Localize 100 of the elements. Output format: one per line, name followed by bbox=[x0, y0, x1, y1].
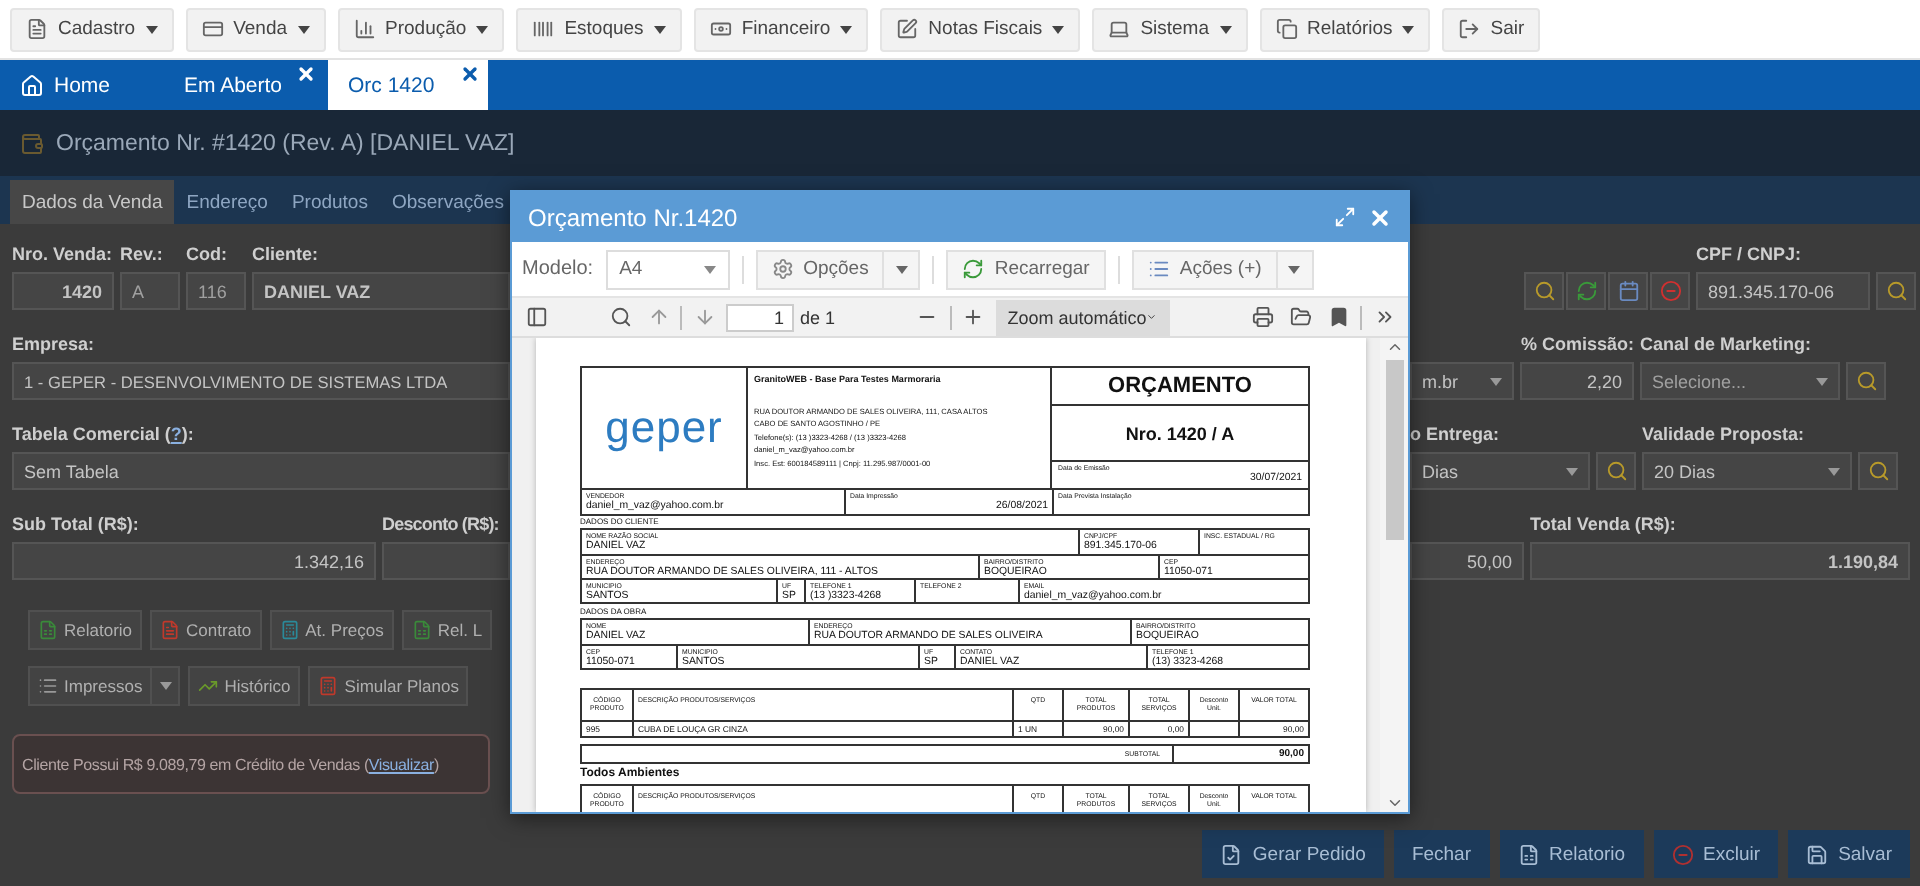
arrow-up-icon bbox=[647, 306, 669, 328]
chevron-down-icon bbox=[1385, 794, 1403, 812]
action-button[interactable]: Contrato bbox=[150, 610, 262, 650]
calendar-icon bbox=[1617, 280, 1639, 302]
wallet-icon bbox=[20, 131, 44, 155]
search-icon bbox=[1533, 280, 1555, 302]
view-link[interactable]: Visualizar bbox=[368, 755, 434, 773]
plus-icon bbox=[962, 306, 985, 328]
menu-button[interactable]: Sair bbox=[1442, 7, 1541, 51]
chevrons-right-icon bbox=[1373, 306, 1395, 328]
bookmark-icon bbox=[1327, 306, 1349, 328]
input-field[interactable]: 2,20 bbox=[1520, 362, 1634, 400]
options-button[interactable]: Opções bbox=[755, 249, 885, 289]
field-label: Rev.: bbox=[120, 242, 165, 268]
input-field[interactable] bbox=[382, 542, 510, 580]
caret-icon bbox=[159, 682, 172, 690]
footer-button[interactable]: Excluir bbox=[1653, 830, 1779, 878]
bar-chart-icon bbox=[353, 18, 376, 40]
close-icon bbox=[1368, 205, 1392, 229]
input-field[interactable]: 1.190,84 bbox=[1530, 542, 1910, 580]
caret-icon bbox=[1816, 377, 1828, 385]
input-field[interactable]: Sem Tabela bbox=[12, 452, 510, 490]
dropdown-button[interactable] bbox=[152, 666, 181, 706]
menu-button[interactable]: Sistema bbox=[1092, 7, 1248, 51]
select-field[interactable]: 20 Dias bbox=[1642, 452, 1852, 490]
form-tab[interactable]: Observações bbox=[379, 180, 516, 224]
field-label: Cod: bbox=[186, 242, 229, 268]
alert-text: Cliente Possui R$ 9.089,79 em Crédito de Vendas (Visualizar) bbox=[22, 755, 439, 773]
menu-button[interactable]: Estoques bbox=[516, 7, 682, 51]
footer-button[interactable]: Relatorio bbox=[1499, 830, 1644, 878]
calculator-icon bbox=[279, 620, 300, 640]
tab[interactable]: Home bbox=[0, 60, 160, 110]
select-field[interactable]: Dias bbox=[1410, 452, 1590, 490]
page-title: Orçamento Nr. #1420 (Rev. A) [DANIEL VAZ] bbox=[56, 131, 515, 155]
form-tab[interactable]: Dados da Venda bbox=[10, 180, 175, 224]
menu-button[interactable]: Financeiro bbox=[693, 7, 869, 51]
reload-button[interactable]: Recarregar bbox=[946, 249, 1106, 289]
menu-button[interactable]: Produção bbox=[337, 7, 505, 51]
field-label: Validade Proposta: bbox=[1642, 422, 1807, 448]
calendar-button[interactable] bbox=[1608, 272, 1648, 310]
input-field[interactable]: 1.342,16 bbox=[12, 542, 376, 580]
field-label: % Comissão: bbox=[1520, 332, 1634, 358]
input-field[interactable]: 50,00 bbox=[1410, 542, 1524, 580]
tab[interactable]: Orc 1420 bbox=[328, 60, 488, 110]
scroll-thumb[interactable] bbox=[1385, 360, 1403, 540]
action-button[interactable]: Rel. L bbox=[401, 610, 493, 650]
input-field[interactable]: 1420 bbox=[12, 272, 114, 310]
field-label: Desconto (R$): bbox=[382, 512, 501, 538]
menu-button[interactable]: Cadastro bbox=[10, 7, 174, 51]
footer-button[interactable]: Gerar Pedido bbox=[1202, 830, 1384, 878]
select-field[interactable]: m.br bbox=[1410, 362, 1514, 400]
page-number-field[interactable]: 1 bbox=[726, 303, 794, 331]
banknote-icon bbox=[709, 18, 732, 40]
input-field[interactable]: 891.345.170-06 bbox=[1696, 272, 1870, 310]
save-icon bbox=[1806, 843, 1829, 865]
search-button[interactable] bbox=[1596, 452, 1636, 490]
home-icon bbox=[20, 73, 44, 97]
action-button[interactable]: Simular Planos bbox=[308, 666, 469, 706]
refresh-icon bbox=[962, 258, 985, 280]
menu-button[interactable]: Relatórios bbox=[1259, 7, 1431, 51]
barcode-icon bbox=[532, 18, 555, 40]
close-icon[interactable] bbox=[460, 64, 480, 84]
field-label: Nro. Venda: bbox=[12, 242, 114, 268]
actions-button[interactable]: Ações (+) bbox=[1131, 249, 1278, 289]
input-field[interactable]: DANIEL VAZ bbox=[252, 272, 510, 310]
search-icon bbox=[1867, 460, 1889, 482]
form-tab[interactable]: Produtos bbox=[279, 180, 380, 224]
field-label: Total Venda (R$): bbox=[1530, 512, 1678, 538]
search-button[interactable] bbox=[1524, 272, 1564, 310]
search-button[interactable] bbox=[1846, 362, 1886, 400]
form-tab[interactable]: Endereço bbox=[174, 180, 280, 224]
search-button[interactable] bbox=[1858, 452, 1898, 490]
footer-button[interactable]: Fechar bbox=[1393, 830, 1490, 878]
input-field[interactable]: 1 - GEPER - DESENVOLVIMENTO DE SISTEMAS LTDA bbox=[12, 362, 510, 400]
maximize-button[interactable] bbox=[1334, 206, 1356, 228]
help-link[interactable]: ? bbox=[170, 424, 182, 444]
close-button[interactable] bbox=[1368, 205, 1392, 229]
search-button[interactable] bbox=[1876, 272, 1916, 310]
folder-icon bbox=[1289, 306, 1311, 328]
arrow-down-icon bbox=[693, 306, 715, 328]
page-count: de 1 bbox=[800, 307, 836, 327]
document-check-icon bbox=[1220, 843, 1243, 865]
tab[interactable]: Em Aberto bbox=[164, 60, 324, 110]
caret-icon bbox=[1566, 467, 1578, 475]
action-button[interactable]: Impressos bbox=[28, 666, 153, 706]
select-field[interactable]: A4 bbox=[605, 249, 730, 289]
caret-icon bbox=[1828, 467, 1840, 475]
zoom-select[interactable]: Zoom automático bbox=[995, 299, 1170, 335]
footer-button[interactable]: Salvar bbox=[1788, 830, 1910, 878]
action-button[interactable]: At. Preços bbox=[269, 610, 394, 650]
refresh-button[interactable] bbox=[1566, 272, 1606, 310]
menu-button[interactable]: Venda bbox=[185, 7, 326, 51]
document-icon bbox=[26, 18, 48, 40]
action-button[interactable]: Relatorio bbox=[28, 610, 143, 650]
remove-button[interactable] bbox=[1650, 272, 1690, 310]
caret-icon bbox=[703, 265, 716, 273]
menu-button[interactable]: Notas Fiscais bbox=[880, 7, 1081, 51]
action-button[interactable]: Histórico bbox=[188, 666, 301, 706]
field-label: o Entrega: bbox=[1410, 422, 1502, 448]
select-field[interactable]: Selecione... bbox=[1640, 362, 1840, 400]
